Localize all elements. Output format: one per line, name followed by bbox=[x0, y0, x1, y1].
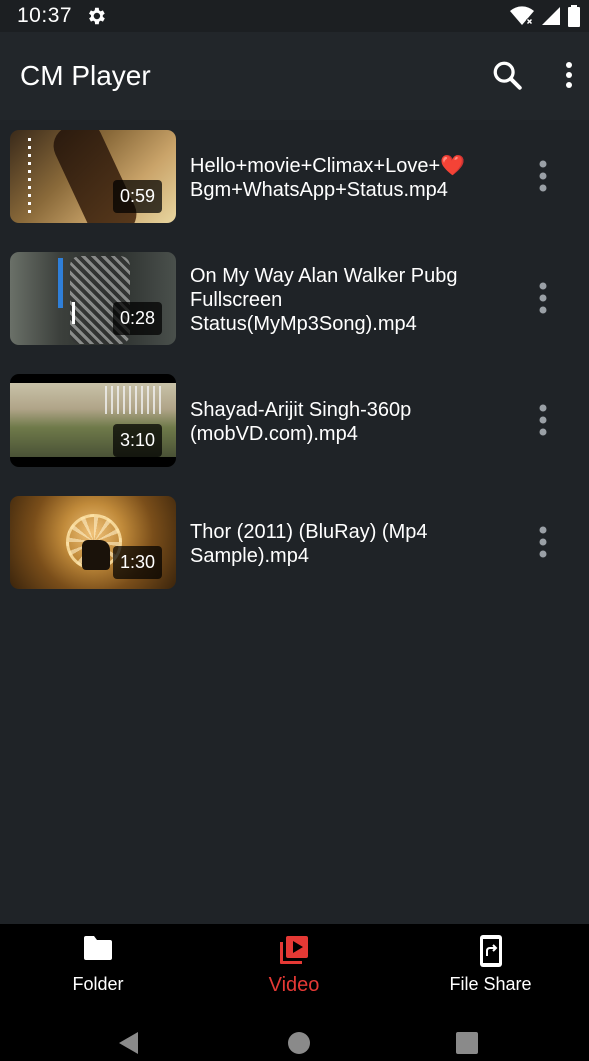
nav-item-file-share[interactable]: File Share bbox=[392, 924, 589, 1010]
video-duration: 1:30 bbox=[112, 546, 162, 579]
video-thumbnail[interactable]: 1:30 bbox=[10, 496, 176, 589]
video-title[interactable]: On My Way Alan Walker Pubg Fullscreen St… bbox=[190, 264, 500, 336]
video-item[interactable]: 0:59 Hello+movie+Climax+Love+❤️Bgm+Whats… bbox=[0, 120, 589, 230]
status-time: 10:37 bbox=[17, 4, 73, 27]
video-thumbnail[interactable]: 3:10 bbox=[10, 374, 176, 467]
video-thumbnail[interactable]: 0:28 bbox=[10, 252, 176, 345]
app-title: CM Player bbox=[20, 60, 151, 91]
signal-icon bbox=[542, 7, 560, 25]
video-item[interactable]: 0:28 On My Way Alan Walker Pubg Fullscre… bbox=[0, 242, 589, 352]
video-title[interactable]: Thor (2011) (BluRay) (Mp4 Sample).mp4 bbox=[190, 520, 500, 568]
app-bar: CM Player bbox=[0, 32, 589, 120]
nav-item-folder[interactable]: Folder bbox=[0, 924, 196, 1010]
item-more-icon[interactable] bbox=[530, 278, 556, 318]
file-share-icon bbox=[479, 935, 502, 967]
thumbnail-blue-bar bbox=[58, 258, 63, 308]
bottom-navigation: Folder Video File Share bbox=[0, 924, 589, 1010]
item-more-icon[interactable] bbox=[530, 522, 556, 562]
video-thumbnail[interactable]: 0:59 bbox=[10, 130, 176, 223]
thumbnail-figure bbox=[82, 540, 110, 570]
nav-label: File Share bbox=[449, 974, 532, 994]
thumbnail-dotted-strip bbox=[28, 138, 31, 218]
video-duration: 0:59 bbox=[112, 180, 162, 213]
item-more-icon[interactable] bbox=[530, 400, 556, 440]
nav-label: Folder bbox=[72, 974, 124, 994]
video-title[interactable]: Shayad-Arijit Singh-360p (mobVD.com).mp4 bbox=[190, 398, 500, 446]
back-icon[interactable] bbox=[116, 1030, 142, 1056]
gear-icon bbox=[89, 7, 105, 25]
search-icon[interactable] bbox=[490, 58, 524, 92]
home-icon[interactable] bbox=[286, 1030, 312, 1056]
wifi-icon bbox=[510, 6, 534, 26]
video-item[interactable]: 3:10 Shayad-Arijit Singh-360p (mobVD.com… bbox=[0, 364, 589, 474]
nav-label: Video bbox=[268, 974, 320, 996]
video-duration: 0:28 bbox=[112, 302, 162, 335]
item-more-icon[interactable] bbox=[530, 156, 556, 196]
nav-item-video[interactable]: Video bbox=[196, 924, 392, 1010]
status-bar: 10:37 bbox=[0, 0, 589, 32]
system-navigation-bar bbox=[0, 1010, 589, 1061]
video-item[interactable]: 1:30 Thor (2011) (BluRay) (Mp4 Sample).m… bbox=[0, 486, 589, 596]
recents-icon[interactable] bbox=[454, 1030, 480, 1056]
overflow-menu-icon[interactable] bbox=[556, 58, 582, 92]
video-title[interactable]: Hello+movie+Climax+Love+❤️Bgm+WhatsApp+S… bbox=[190, 154, 500, 202]
thumbnail-railing bbox=[105, 386, 165, 414]
thumbnail-white-bar bbox=[72, 302, 75, 324]
folder-icon bbox=[84, 936, 112, 960]
video-library-icon bbox=[280, 936, 308, 964]
video-duration: 3:10 bbox=[112, 424, 162, 457]
battery-icon bbox=[568, 5, 580, 27]
